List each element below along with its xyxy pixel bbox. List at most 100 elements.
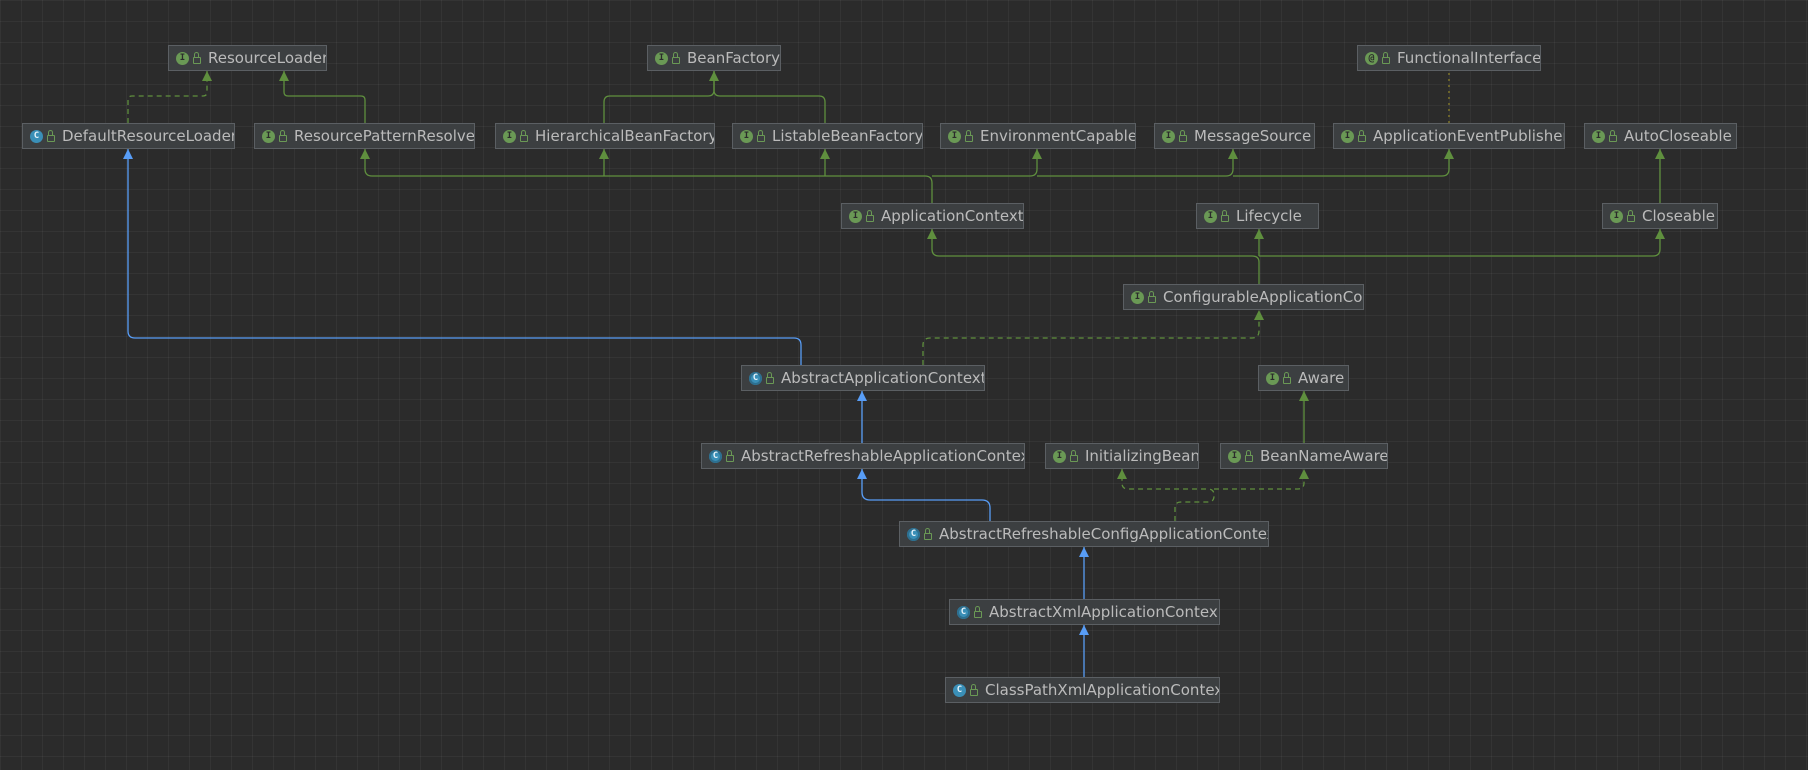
arrowhead-icon	[927, 229, 937, 239]
arrowhead-icon	[1032, 149, 1042, 159]
extends-edge	[932, 149, 1038, 177]
implements-edge	[1121, 469, 1215, 521]
node-label: FunctionalInterface	[1397, 49, 1541, 67]
node-abstractapplicationcontext[interactable]: C AbstractApplicationContext	[741, 365, 985, 391]
public-visibility-icon	[1245, 450, 1253, 462]
node-label: ApplicationEventPublisher	[1373, 127, 1565, 145]
arrowhead-icon	[1444, 149, 1454, 159]
node-label: MessageSource	[1194, 127, 1312, 145]
arrowhead-icon	[1655, 149, 1665, 159]
arrowhead-icon	[279, 71, 289, 81]
arrowhead-icon	[820, 149, 830, 159]
abstract-class-icon: C	[709, 449, 722, 463]
arrowhead-icon	[857, 391, 867, 401]
extends-edge	[603, 71, 715, 123]
node-hierarchicalbeanfactory[interactable]: I HierarchicalBeanFactory	[495, 123, 715, 149]
public-visibility-icon	[520, 130, 528, 142]
extends-edge	[1037, 149, 1234, 177]
node-classpathxmlapplicationcontext[interactable]: C ClassPathXmlApplicationContext	[945, 677, 1220, 703]
class-icon: C	[30, 129, 43, 143]
node-resourcepatternresolver[interactable]: I ResourcePatternResolve	[254, 123, 475, 149]
node-defaultresourceloader[interactable]: C DefaultResourceLoader	[22, 123, 235, 149]
public-visibility-icon	[279, 130, 287, 142]
arrowhead-icon	[709, 71, 719, 81]
extends-edge	[364, 149, 933, 203]
public-visibility-icon	[866, 210, 874, 222]
node-lifecycle[interactable]: I Lifecycle	[1196, 203, 1319, 229]
annotation-icon: @	[1365, 51, 1378, 65]
extends-edge	[283, 71, 366, 123]
node-resourceloader[interactable]: I ResourceLoader	[168, 45, 327, 71]
public-visibility-icon	[1358, 130, 1366, 142]
node-listablebeanfactory[interactable]: I ListableBeanFactory	[732, 123, 923, 149]
public-visibility-icon	[1627, 210, 1635, 222]
public-visibility-icon	[1148, 291, 1156, 303]
node-beannameaware[interactable]: I BeanNameAware	[1220, 443, 1388, 469]
arrowhead-icon	[1299, 391, 1309, 401]
node-abstractrefreshableconfigapplicationcontext[interactable]: C AbstractRefreshableConfigApplicationCo…	[899, 521, 1269, 547]
public-visibility-icon	[1382, 52, 1390, 64]
arrowhead-icon	[1299, 469, 1309, 479]
node-label: AbstractApplicationContext	[781, 369, 985, 387]
extends-class-edge	[127, 149, 802, 365]
arrowhead-icon	[1254, 229, 1264, 239]
interface-icon: I	[1053, 449, 1066, 463]
interface-icon: I	[740, 129, 753, 143]
public-visibility-icon	[1179, 130, 1187, 142]
public-visibility-icon	[672, 52, 680, 64]
node-label: ApplicationContext	[881, 207, 1024, 225]
node-configurableapplicationcontext[interactable]: I ConfigurableApplicationContex	[1123, 284, 1364, 310]
public-visibility-icon	[974, 606, 982, 618]
interface-icon: I	[1266, 371, 1279, 385]
node-label: DefaultResourceLoader	[62, 127, 235, 145]
interface-icon: I	[849, 209, 862, 223]
node-autocloseable[interactable]: I AutoCloseable	[1584, 123, 1737, 149]
node-environmentcapable[interactable]: I EnvironmentCapable	[940, 123, 1136, 149]
implements-edge	[922, 310, 1260, 365]
public-visibility-icon	[1283, 372, 1291, 384]
node-abstractxmlapplicationcontext[interactable]: C AbstractXmlApplicationContex	[949, 599, 1220, 625]
node-label: BeanNameAware	[1260, 447, 1388, 465]
arrowhead-icon	[857, 469, 867, 479]
abstract-class-icon: C	[749, 371, 762, 385]
node-label: EnvironmentCapable	[980, 127, 1136, 145]
node-label: ClassPathXmlApplicationContext	[985, 681, 1220, 699]
interface-icon: I	[655, 51, 668, 65]
interface-icon: I	[1592, 129, 1605, 143]
interface-icon: I	[503, 129, 516, 143]
public-visibility-icon	[924, 528, 932, 540]
node-label: Aware	[1298, 369, 1345, 387]
node-label: Closeable	[1642, 207, 1715, 225]
arrowhead-icon	[1228, 149, 1238, 159]
public-visibility-icon	[965, 130, 973, 142]
node-closeable[interactable]: I Closeable	[1602, 203, 1718, 229]
interface-icon: I	[948, 129, 961, 143]
node-messagesource[interactable]: I MessageSource	[1154, 123, 1315, 149]
node-initializingbean[interactable]: I InitializingBean	[1045, 443, 1199, 469]
node-applicationcontext[interactable]: I ApplicationContext	[841, 203, 1024, 229]
node-aware[interactable]: I Aware	[1258, 365, 1349, 391]
node-functionalinterface[interactable]: @ FunctionalInterface	[1357, 45, 1541, 71]
node-applicationeventpublisher[interactable]: I ApplicationEventPublisher	[1333, 123, 1565, 149]
node-beanfactory[interactable]: I BeanFactory	[647, 45, 781, 71]
arrowhead-icon	[1117, 469, 1127, 479]
arrowhead-icon	[1655, 229, 1665, 239]
public-visibility-icon	[193, 52, 201, 64]
public-visibility-icon	[766, 372, 774, 384]
public-visibility-icon	[757, 130, 765, 142]
interface-icon: I	[1228, 449, 1241, 463]
node-label: AbstractRefreshableConfigApplicationCont…	[939, 525, 1269, 543]
interface-icon: I	[1610, 209, 1623, 223]
public-visibility-icon	[47, 130, 55, 142]
arrowhead-icon	[202, 71, 212, 81]
public-visibility-icon	[1609, 130, 1617, 142]
class-icon: C	[953, 683, 966, 697]
arrowhead-icon	[599, 149, 609, 159]
node-label: AbstractXmlApplicationContex	[989, 603, 1218, 621]
node-abstractrefreshableapplicationcontext[interactable]: C AbstractRefreshableApplicationContex	[701, 443, 1025, 469]
abstract-class-icon: C	[907, 527, 920, 541]
public-visibility-icon	[1221, 210, 1229, 222]
extends-edge	[1233, 149, 1450, 177]
interface-icon: I	[1162, 129, 1175, 143]
implements-edge	[127, 71, 208, 123]
